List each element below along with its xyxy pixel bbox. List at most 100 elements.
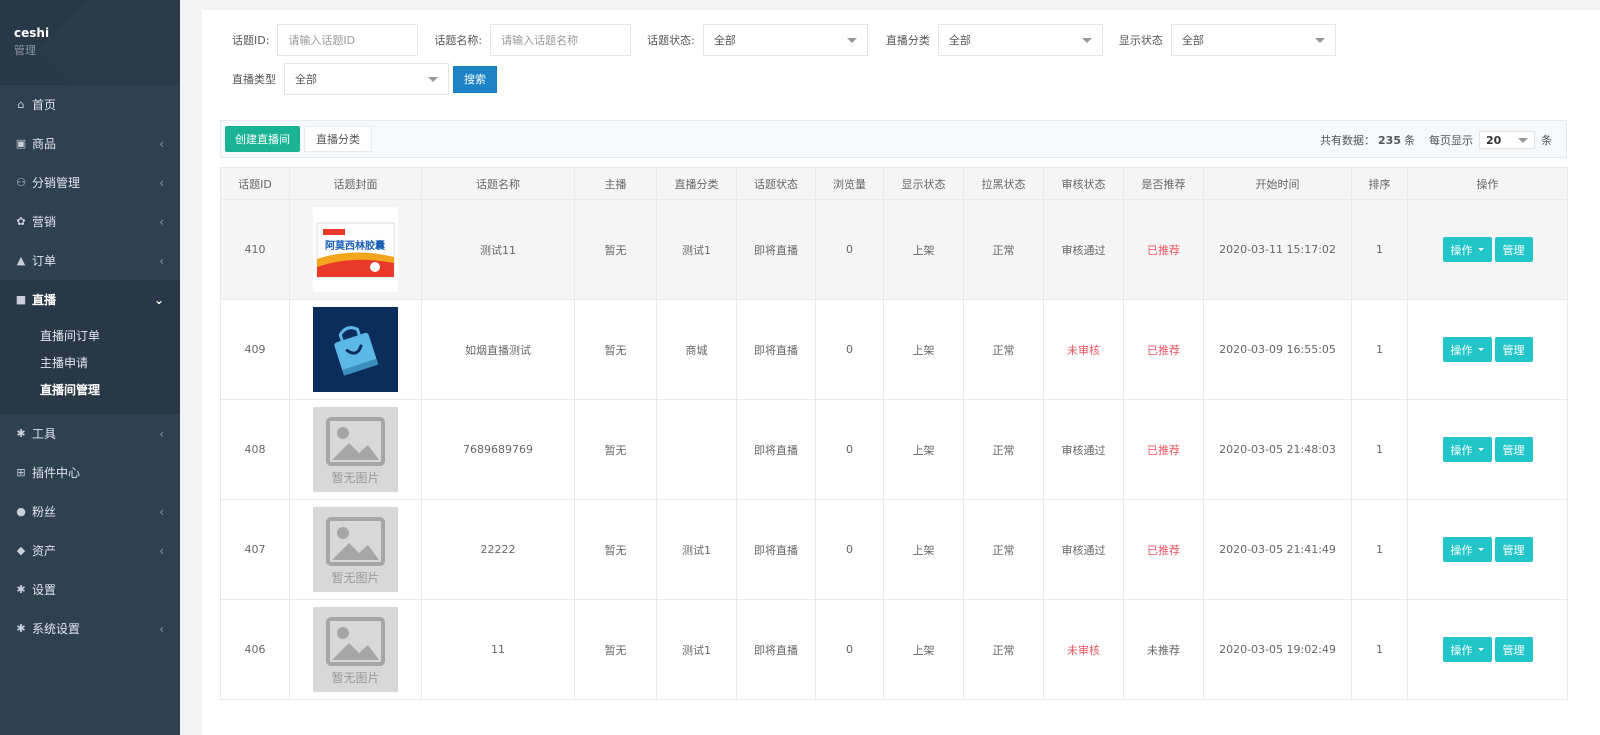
manage-button[interactable]: 管理 — [1494, 437, 1533, 462]
topic-status-select[interactable]: 全部 — [702, 24, 868, 56]
sidebar-item-2[interactable]: ⚇ 分销管理 ‹ — [0, 163, 180, 202]
cell-anchor: 暂无 — [574, 299, 657, 400]
sidebar: ceshi 管理 ⌂ 首页 ▣ 商品 ‹ ⚇ 分销管理 ‹ ✿ 营销 ‹ ▲ 订单 ‹ ■ 直播 ⌄ 直播间订单主… — [0, 0, 180, 735]
chevron-icon: ‹ — [159, 253, 164, 268]
sidebar-item-6[interactable]: ✱ 工具 ‹ — [0, 414, 180, 453]
main-content: 话题ID: 请输入话题ID 话题名称: 请输入话题名称 话题状态: 全部 直播分… — [202, 10, 1600, 735]
cell-display: 上架 — [883, 399, 964, 500]
operation-dropdown-button[interactable]: 操作 — [1442, 237, 1492, 262]
operation-dropdown-button[interactable]: 操作 — [1442, 537, 1492, 562]
operation-dropdown-button[interactable]: 操作 — [1442, 437, 1492, 462]
table-body: 410 阿莫西林胶囊 测试11 暂无 测试1 即将直播 0 上架 正常 审核通过 已推荐 2020-0… — [220, 199, 1568, 700]
users-icon: ⚇ — [16, 176, 26, 189]
brand-name: ceshi — [14, 26, 50, 40]
display-status-label: 显示状态 — [1118, 34, 1163, 47]
sidebar-item-7[interactable]: ⊞ 插件中心 — [0, 453, 180, 492]
sidebar-item-9[interactable]: ◆ 资产 ‹ — [0, 531, 180, 570]
per-page-unit: 条 — [1541, 134, 1552, 147]
gear-icon: ✱ — [16, 583, 26, 596]
filter-panel: 话题ID: 请输入话题ID 话题名称: 请输入话题名称 话题状态: 全部 直播分… — [202, 10, 1600, 120]
cell-blacklist: 正常 — [963, 199, 1044, 300]
svg-text:阿莫西林胶囊: 阿莫西林胶囊 — [325, 239, 386, 252]
topic-id-label: 话题ID: — [232, 34, 270, 47]
cell-actions: 操作 管理 — [1407, 499, 1568, 600]
submenu-item-2[interactable]: 直播间管理 — [0, 377, 180, 404]
cell-sort: 1 — [1351, 599, 1408, 700]
table-row: 408 暂无图片 7689689769 暂无 即将直播 0 上架 正常 审核通过 已推荐 2020-… — [220, 399, 1568, 500]
cell-start-time: 2020-03-09 16:55:05 — [1203, 299, 1352, 400]
column-header: 话题名称 — [421, 167, 575, 200]
cell-review: 审核通过 — [1043, 199, 1124, 300]
search-button[interactable]: 搜索 — [453, 65, 497, 93]
no-image-text: 暂无图片 — [331, 671, 380, 685]
manage-button[interactable]: 管理 — [1494, 237, 1533, 262]
cell-start-time: 2020-03-05 21:41:49 — [1203, 499, 1352, 600]
cell-views: 0 — [815, 499, 884, 600]
cell-name: 22222 — [421, 499, 575, 600]
submenu-item-1[interactable]: 主播申请 — [0, 350, 180, 377]
topic-name-input[interactable]: 请输入话题名称 — [490, 24, 632, 56]
brand: ceshi 管理 — [0, 0, 180, 85]
cell-cover: 暂无图片 — [289, 499, 422, 600]
cell-recommend: 已推荐 — [1123, 499, 1204, 600]
manage-button[interactable]: 管理 — [1494, 337, 1533, 362]
video-icon: ■ — [15, 293, 27, 306]
cell-id: 409 — [220, 299, 290, 400]
cell-actions: 操作 管理 — [1407, 399, 1568, 500]
sidebar-item-label: 粉丝 — [32, 505, 57, 519]
display-status-select[interactable]: 全部 — [1170, 24, 1336, 56]
gear-icon: ✱ — [16, 622, 26, 635]
create-live-room-button[interactable]: 创建直播间 — [225, 126, 300, 152]
cell-name: 如烟直播测试 — [421, 299, 575, 400]
home-icon: ⌂ — [17, 98, 25, 111]
total-unit: 条 — [1404, 134, 1415, 147]
chevron-icon: ‹ — [159, 621, 164, 636]
cell-start-time: 2020-03-05 21:48:03 — [1203, 399, 1352, 500]
live-category-select[interactable]: 全部 — [937, 24, 1103, 56]
cell-status: 即将直播 — [736, 399, 816, 500]
sidebar-item-1[interactable]: ▣ 商品 ‹ — [0, 124, 180, 163]
sidebar-item-10[interactable]: ✱ 设置 — [0, 570, 180, 609]
chevron-icon: ‹ — [159, 504, 164, 519]
topic-id-input[interactable]: 请输入话题ID — [277, 24, 419, 56]
cell-actions: 操作 管理 — [1407, 199, 1568, 300]
column-header: 审核状态 — [1043, 167, 1124, 200]
cell-review: 未审核 — [1043, 599, 1124, 700]
cell-cover: 阿莫西林胶囊 — [289, 199, 422, 300]
cell-status: 即将直播 — [736, 599, 816, 700]
sidebar-item-5[interactable]: ■ 直播 ⌄ — [0, 280, 180, 319]
sitemap-icon: ⊞ — [16, 466, 26, 479]
manage-button[interactable]: 管理 — [1494, 637, 1533, 662]
submenu-item-0[interactable]: 直播间订单 — [0, 323, 180, 350]
live-type-select[interactable]: 全部 — [284, 63, 449, 95]
sidebar-item-3[interactable]: ✿ 营销 ‹ — [0, 202, 180, 241]
sidebar-item-8[interactable]: ● 粉丝 ‹ — [0, 492, 180, 531]
cell-cover — [289, 299, 422, 400]
live-category-button[interactable]: 直播分类 — [304, 126, 372, 152]
chevron-icon: ‹ — [159, 543, 164, 558]
manage-button[interactable]: 管理 — [1494, 537, 1533, 562]
live-type-label: 直播类型 — [232, 73, 276, 86]
caret-down-icon — [1477, 548, 1484, 551]
operation-dropdown-button[interactable]: 操作 — [1442, 637, 1492, 662]
table-row: 406 暂无图片 11 暂无 测试1 即将直播 0 上架 正常 未审核 未推荐 2020-03-05 … — [220, 599, 1568, 700]
sidebar-item-label: 工具 — [32, 427, 57, 441]
chevron-down-icon — [1081, 37, 1092, 43]
live-submenu: 直播间订单 主播申请 直播间管理 — [0, 319, 180, 414]
sidebar-item-0[interactable]: ⌂ 首页 — [0, 85, 180, 124]
live-category-label: 直播分类 — [885, 34, 930, 47]
cell-anchor: 暂无 — [574, 499, 657, 600]
cell-cover: 暂无图片 — [289, 599, 422, 700]
sidebar-item-4[interactable]: ▲ 订单 ‹ — [0, 241, 180, 280]
cell-status: 即将直播 — [736, 299, 816, 400]
operation-dropdown-button[interactable]: 操作 — [1442, 337, 1492, 362]
sidebar-item-11[interactable]: ✱ 系统设置 ‹ — [0, 609, 180, 648]
table-row: 410 阿莫西林胶囊 测试11 暂无 测试1 即将直播 0 上架 正常 审核通过 已推荐 2020-0… — [220, 199, 1568, 300]
sidebar-item-label: 订单 — [32, 254, 57, 268]
chevron-down-icon — [846, 37, 857, 43]
sidebar-item-label: 资产 — [32, 544, 57, 558]
column-header: 是否推荐 — [1123, 167, 1204, 200]
per-page-select[interactable]: 20 — [1479, 131, 1535, 149]
cell-views: 0 — [815, 299, 884, 400]
sidebar-menu: ⌂ 首页 ▣ 商品 ‹ ⚇ 分销管理 ‹ ✿ 营销 ‹ ▲ 订单 ‹ ■ 直播 ⌄ 直播间订单 主播申请 直播间管理 ✱… — [0, 85, 180, 648]
